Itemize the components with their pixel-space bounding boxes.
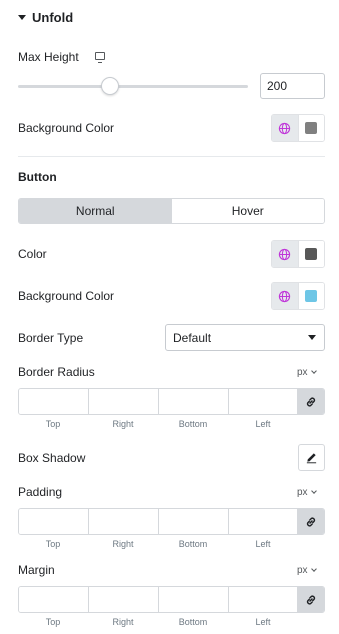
- background-color-label: Background Color: [18, 121, 115, 135]
- margin-bottom-input[interactable]: [159, 587, 229, 612]
- divider: [18, 156, 325, 157]
- color-swatch: [305, 248, 318, 260]
- padding-dimensions: [18, 508, 325, 535]
- section-title: Unfold: [32, 10, 74, 25]
- margin-right-input[interactable]: [89, 587, 159, 612]
- margin-top-input[interactable]: [19, 587, 89, 612]
- link-icon: [306, 397, 316, 406]
- border-radius-dimension-labels: Top Right Bottom Left: [18, 419, 298, 429]
- border-radius-bottom-input[interactable]: [159, 389, 229, 414]
- dimension-label-bottom: Bottom: [178, 539, 208, 549]
- color-label: Color: [18, 247, 47, 261]
- link-values-button[interactable]: [298, 509, 324, 534]
- chevron-down-icon: [310, 566, 317, 572]
- padding-unit-select[interactable]: px: [297, 487, 317, 498]
- box-shadow-label: Box Shadow: [18, 451, 86, 465]
- max-height-slider-handle[interactable]: [101, 77, 119, 95]
- dimension-label-left: Left: [255, 617, 271, 627]
- padding-right-input[interactable]: [89, 509, 159, 534]
- margin-label: Margin: [18, 563, 55, 577]
- global-colors-button[interactable]: [272, 283, 298, 309]
- button-background-color-swatch: [305, 290, 318, 302]
- dimension-label-left: Left: [255, 539, 271, 549]
- global-colors-button[interactable]: [272, 241, 298, 267]
- link-values-button[interactable]: [298, 389, 324, 414]
- chevron-down-icon: [310, 488, 317, 494]
- pencil-icon: [306, 453, 317, 464]
- padding-dimension-labels: Top Right Bottom Left: [18, 539, 298, 549]
- globe-icon: [279, 248, 291, 260]
- margin-dimensions: [18, 586, 325, 613]
- tab-normal[interactable]: Normal: [19, 199, 172, 223]
- global-colors-button[interactable]: [272, 115, 298, 141]
- caret-down-icon: [18, 15, 26, 20]
- unit-label: px: [297, 367, 308, 378]
- border-type-select[interactable]: Default: [165, 324, 325, 351]
- globe-icon: [279, 122, 291, 134]
- padding-top-input[interactable]: [19, 509, 89, 534]
- link-values-button[interactable]: [298, 587, 324, 612]
- border-radius-label: Border Radius: [18, 365, 95, 379]
- background-color-swatch-button[interactable]: [297, 115, 324, 141]
- link-icon: [306, 517, 316, 526]
- box-shadow-edit-button[interactable]: [298, 444, 325, 471]
- margin-left-input[interactable]: [229, 587, 298, 612]
- border-radius-top-input[interactable]: [19, 389, 89, 414]
- color-swatch-button[interactable]: [297, 241, 324, 267]
- background-color-control: [271, 114, 325, 142]
- desktop-icon[interactable]: [95, 52, 105, 63]
- section-toggle-unfold[interactable]: Unfold: [18, 10, 73, 25]
- link-icon: [306, 595, 316, 604]
- margin-dimension-labels: Top Right Bottom Left: [18, 617, 298, 627]
- dimension-label-top: Top: [45, 539, 61, 549]
- chevron-down-icon: [310, 368, 317, 374]
- margin-unit-select[interactable]: px: [297, 565, 317, 576]
- max-height-label: Max Height: [18, 50, 79, 64]
- dimension-label-right: Right: [112, 617, 134, 627]
- dimension-label-top: Top: [45, 419, 61, 429]
- dimension-label-right: Right: [112, 419, 134, 429]
- max-height-input[interactable]: [260, 73, 325, 99]
- caret-down-icon: [308, 335, 316, 340]
- dimension-label-bottom: Bottom: [178, 617, 208, 627]
- button-background-color-control: [271, 282, 325, 310]
- globe-icon: [279, 290, 291, 302]
- button-background-color-label: Background Color: [18, 289, 115, 303]
- max-height-slider-track[interactable]: [18, 85, 248, 88]
- tab-hover[interactable]: Hover: [171, 199, 324, 223]
- unit-label: px: [297, 487, 308, 498]
- padding-left-input[interactable]: [229, 509, 298, 534]
- padding-label: Padding: [18, 485, 63, 499]
- border-type-value: Default: [173, 330, 212, 345]
- button-background-color-swatch-button[interactable]: [297, 283, 324, 309]
- color-control: [271, 240, 325, 268]
- padding-bottom-input[interactable]: [159, 509, 229, 534]
- unit-label: px: [297, 565, 308, 576]
- dimension-label-right: Right: [112, 539, 134, 549]
- dimension-label-bottom: Bottom: [178, 419, 208, 429]
- dimension-label-left: Left: [255, 419, 271, 429]
- border-radius-left-input[interactable]: [229, 389, 298, 414]
- background-color-swatch: [305, 122, 318, 134]
- border-radius-unit-select[interactable]: px: [297, 367, 317, 378]
- dimension-label-top: Top: [45, 617, 61, 627]
- border-radius-dimensions: [18, 388, 325, 415]
- border-radius-right-input[interactable]: [89, 389, 159, 414]
- button-heading: Button: [18, 170, 57, 184]
- state-tabs: Normal Hover: [18, 198, 325, 224]
- border-type-label: Border Type: [18, 331, 84, 345]
